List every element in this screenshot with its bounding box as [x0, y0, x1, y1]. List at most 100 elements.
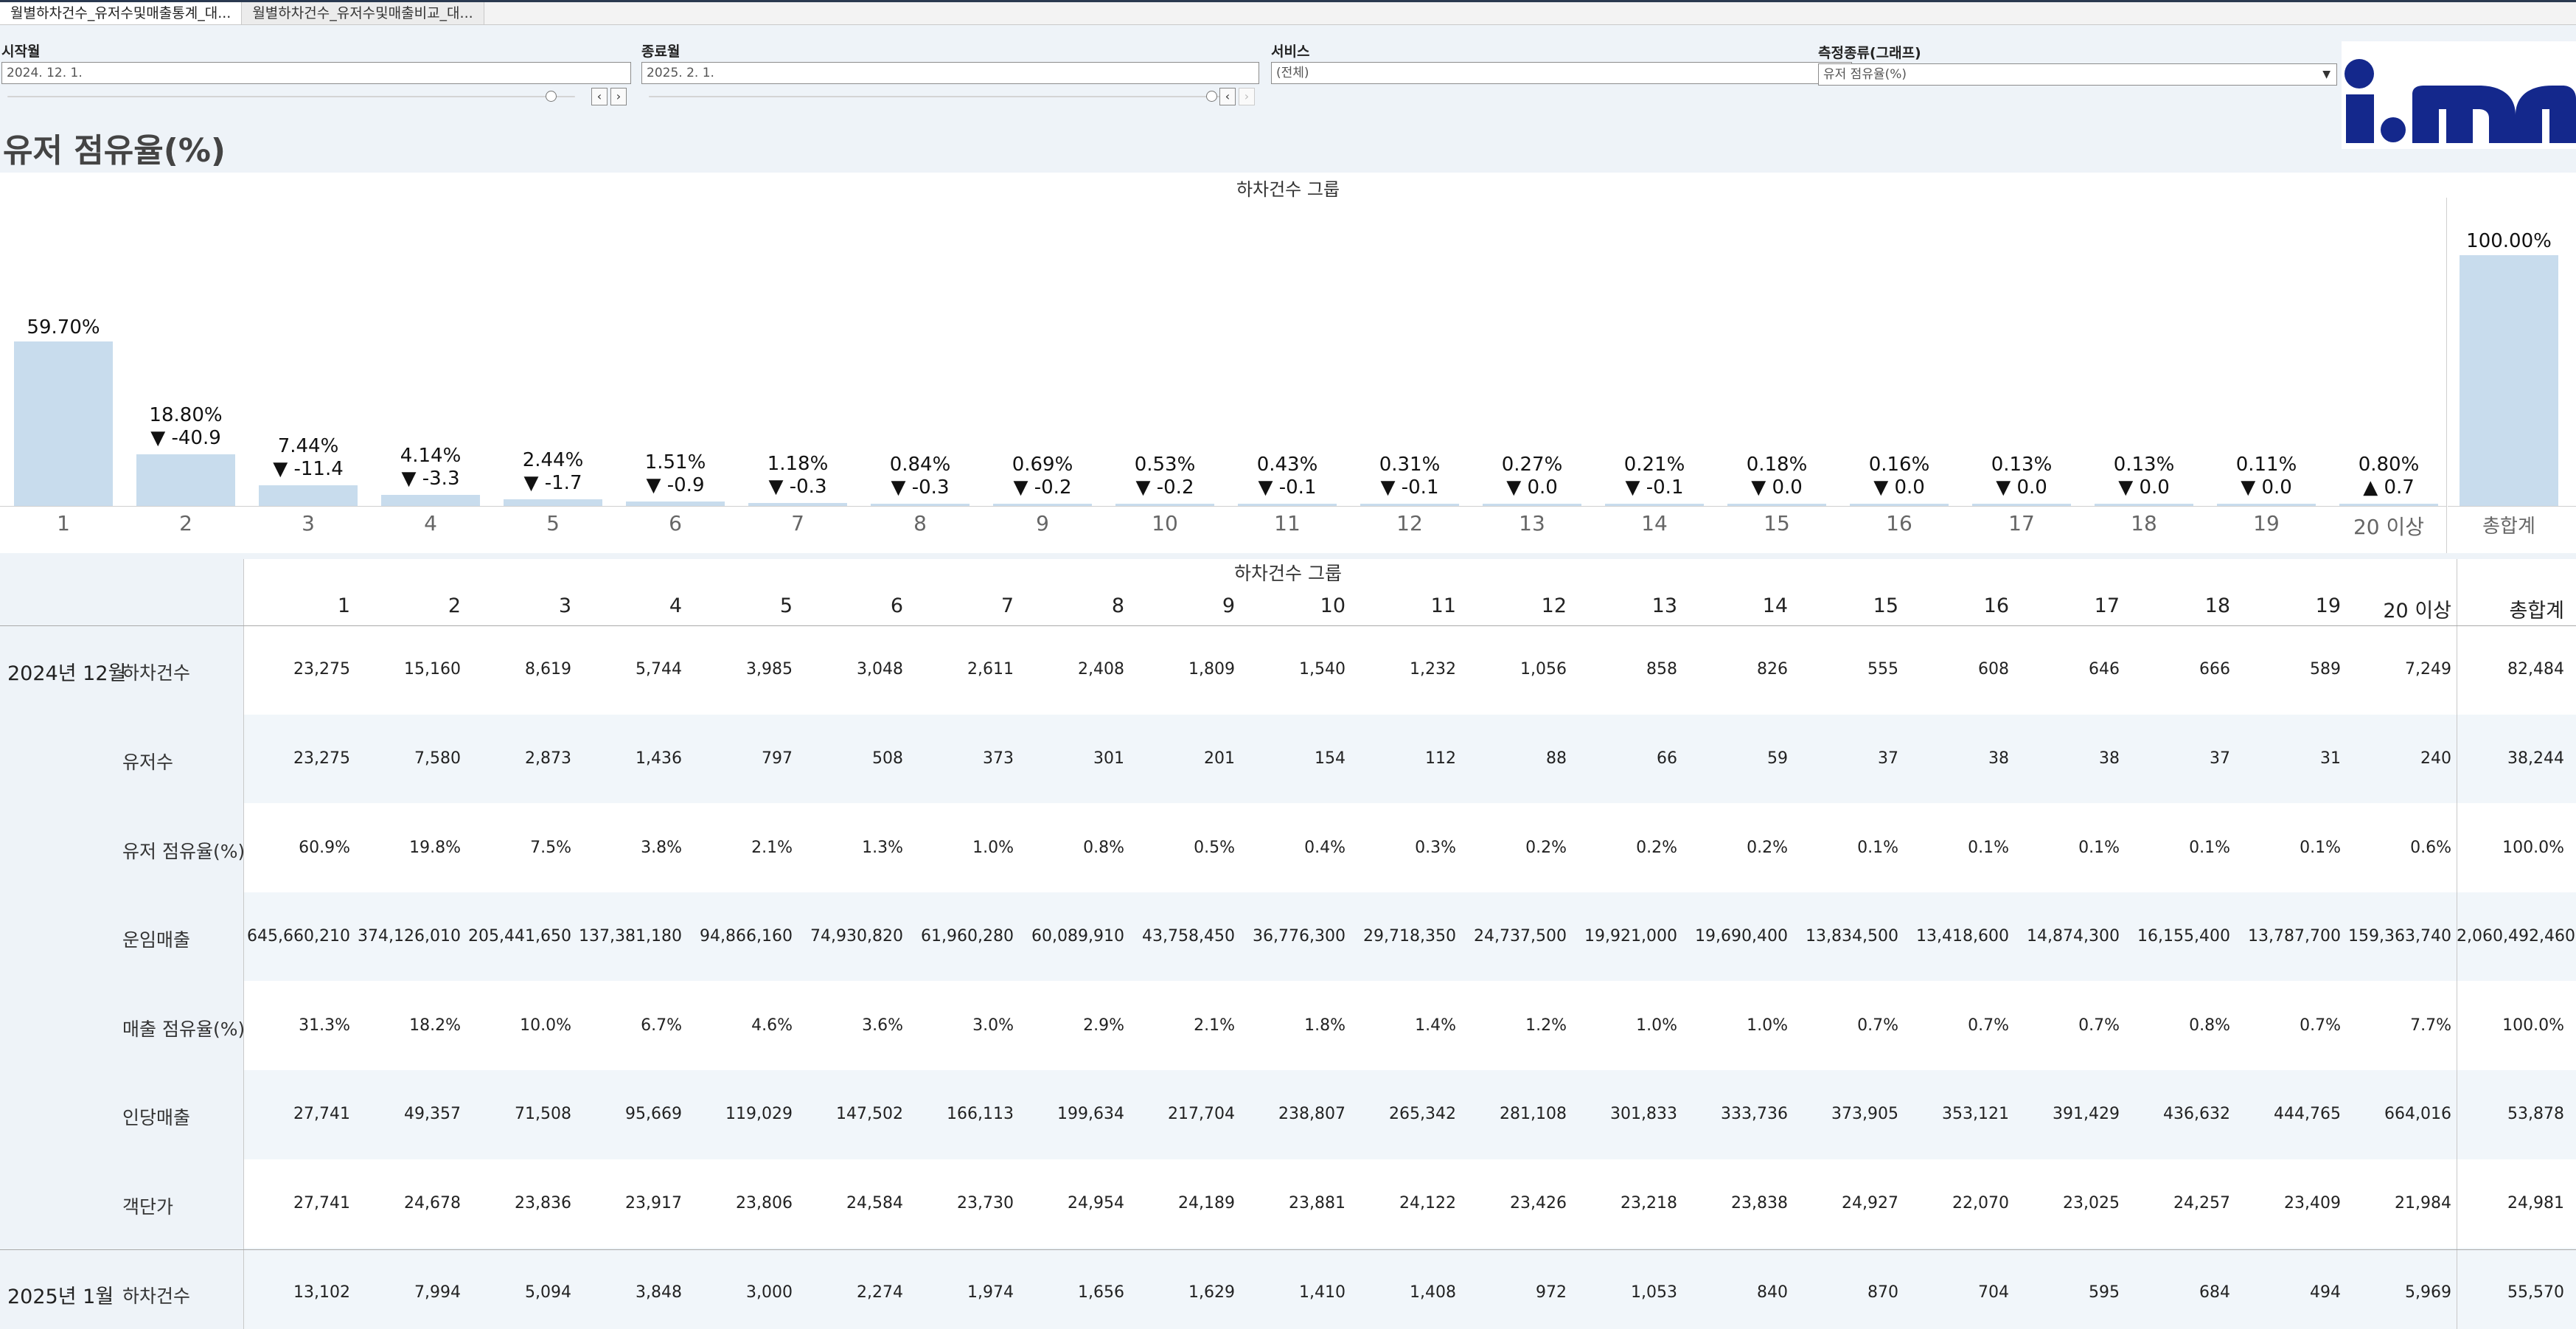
table-cell: 1,408: [1410, 1283, 1456, 1302]
table-cell: 55,570: [2507, 1283, 2564, 1302]
table-cell: 24,927: [1842, 1193, 1898, 1212]
table-cell: 15,160: [404, 660, 461, 679]
table-cell: 22,070: [1952, 1193, 2009, 1212]
tab-monthly-stats[interactable]: 월별하차건수_유저수및매출통계_대...: [0, 2, 243, 24]
column-header: 14: [1762, 594, 1788, 617]
row-metric-label: 하차건수: [122, 1285, 191, 1307]
bar-change-label: ▼ -3.3: [401, 467, 460, 490]
bar-change-label: ▲ 0.7: [2363, 476, 2415, 499]
chart-bar: [1483, 504, 1581, 506]
bar-value-label: 0.84%: [889, 453, 951, 476]
column-header: 7: [1000, 594, 1014, 617]
prev-step-button[interactable]: ‹: [1219, 88, 1236, 105]
column-header: 15: [1873, 594, 1898, 617]
table-cell: 2,060,492,460: [2457, 927, 2575, 946]
table-cell: 373,905: [1831, 1105, 1898, 1124]
bar-change-label: ▼ -0.2: [1135, 476, 1194, 499]
bar-value-label: 0.53%: [1134, 454, 1196, 476]
bar-value-label: 4.14%: [400, 444, 462, 467]
table-cell: 0.7%: [1968, 1016, 2009, 1035]
end-month-slider[interactable]: ‹ ›: [641, 87, 1259, 106]
bar-change-label: ▼ -1.7: [523, 471, 582, 494]
im-logo: [2342, 41, 2576, 149]
bar-change-label: ▼ -0.3: [891, 476, 950, 499]
table-cell: 23,426: [1510, 1193, 1567, 1212]
table-cell: 870: [1867, 1283, 1898, 1302]
x-tick-label: 3: [302, 511, 315, 535]
table-cell: 3,048: [857, 660, 903, 679]
table-cell: 13,418,600: [1916, 927, 2009, 946]
column-header: 18: [2204, 594, 2230, 617]
chart-bar-total: [2460, 255, 2558, 506]
table-cell: 1.3%: [862, 838, 903, 857]
table-cell: 2,611: [967, 660, 1014, 679]
chart-bar: [2217, 504, 2316, 506]
column-header: 12: [1541, 594, 1567, 617]
row-period-label: 2025년 1월: [7, 1285, 114, 1308]
x-tick-label: 6: [669, 511, 682, 535]
table-cell: 436,632: [2163, 1105, 2230, 1124]
x-tick-label: 4: [424, 511, 437, 535]
table-cell: 14,874,300: [2027, 927, 2120, 946]
bar-change-label: ▼ -0.2: [1013, 476, 1072, 499]
chart-bar: [504, 499, 602, 506]
table-cell: 100.0%: [2502, 1016, 2564, 1035]
measure-filter: 측정종류(그래프) 유저 점유율(%) ▼: [1818, 41, 2337, 86]
table-cell: 684: [2199, 1283, 2230, 1302]
table-cell: 147,502: [836, 1105, 903, 1124]
slider-knob[interactable]: [546, 91, 557, 102]
x-tick-label: 12: [1396, 511, 1423, 535]
chart-bar: [1850, 504, 1949, 506]
table-cell: 1,436: [636, 749, 682, 768]
table-cell: 0.1%: [1968, 838, 2009, 857]
table-cell: 0.6%: [2410, 838, 2451, 857]
table-cell: 7.5%: [530, 838, 571, 857]
end-month-input[interactable]: 2025. 2. 1.: [641, 62, 1259, 84]
table-cell: 0.4%: [1304, 838, 1346, 857]
slider-knob[interactable]: [1206, 91, 1217, 102]
table-cell: 7,580: [414, 749, 461, 768]
tab-monthly-compare[interactable]: 월별하차건수_유저수및매출비교_대...: [242, 2, 484, 24]
table-cell: 0.1%: [2078, 838, 2120, 857]
next-step-button[interactable]: ›: [610, 88, 627, 105]
table-cell: 333,736: [1721, 1105, 1788, 1124]
table-cell: 238,807: [1278, 1105, 1346, 1124]
table-cell: 66: [1657, 749, 1677, 768]
table-cell: 7,994: [414, 1283, 461, 1302]
measure-label: 측정종류(그래프): [1818, 45, 1921, 61]
table-cell: 159,363,740: [2348, 927, 2451, 946]
prev-step-button[interactable]: ‹: [591, 88, 608, 105]
x-tick-label: 10: [1152, 511, 1178, 535]
table-cell: 5,969: [2405, 1283, 2451, 1302]
column-header: 10: [1320, 594, 1346, 617]
table-cell: 24,584: [846, 1193, 903, 1212]
table-cell: 858: [1646, 660, 1677, 679]
table-cell: 60.9%: [299, 838, 350, 857]
table-cell: 71,508: [515, 1105, 571, 1124]
column-header: 1: [337, 594, 350, 617]
table-cell: 0.7%: [2078, 1016, 2120, 1035]
table-cell: 0.7%: [2300, 1016, 2341, 1035]
table-cell: 43,758,450: [1142, 927, 1235, 946]
bar-change-label: ▼ -0.1: [1258, 476, 1317, 499]
table-cell: 3.6%: [862, 1016, 903, 1035]
start-month-input[interactable]: 2024. 12. 1.: [1, 62, 631, 84]
page-title: 유저 점유율(%): [3, 132, 226, 170]
table-cell: 494: [2310, 1283, 2341, 1302]
table-cell: 74,930,820: [810, 927, 903, 946]
table-cell: 2,274: [857, 1283, 903, 1302]
table-cell: 0.7%: [1857, 1016, 1898, 1035]
column-header: 4: [669, 594, 682, 617]
x-tick-label: 16: [1886, 511, 1912, 535]
start-month-slider[interactable]: ‹ ›: [1, 87, 631, 106]
measure-select[interactable]: 유저 점유율(%) ▼: [1818, 63, 2337, 86]
bar-change-label: ▼ -0.3: [768, 475, 827, 498]
bar-value-label: 0.31%: [1379, 454, 1441, 476]
table-cell: 8,619: [525, 660, 571, 679]
bar-value-label: 0.11%: [2235, 454, 2297, 476]
row-metric-label: 유저수: [122, 751, 174, 773]
table-cell: 31.3%: [299, 1016, 350, 1035]
table-cell: 664,016: [2384, 1105, 2451, 1124]
table-cell: 1.0%: [1747, 1016, 1788, 1035]
service-select[interactable]: (전체) ▼: [1271, 62, 1852, 84]
